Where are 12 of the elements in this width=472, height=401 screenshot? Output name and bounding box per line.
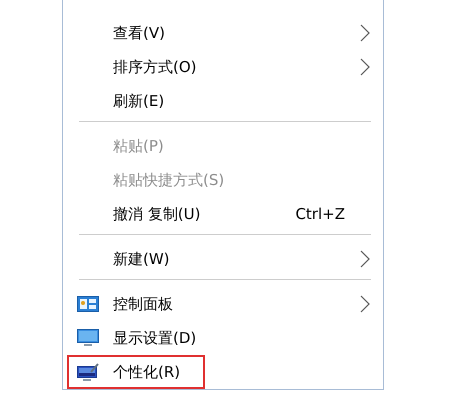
menu-item[interactable]: 排序方式(O): [63, 50, 383, 84]
menu-item[interactable]: 新建(W): [63, 242, 383, 276]
monitor-brush-icon: [77, 363, 99, 381]
menu-item[interactable]: 控制面板: [63, 287, 383, 321]
menu-item[interactable]: 撤消 复制(U) Ctrl+Z: [63, 197, 383, 231]
menu-item[interactable]: 查看(V): [63, 16, 383, 50]
shortcut-text: Ctrl+Z: [295, 205, 345, 223]
menu-item[interactable]: 显示设置(D): [63, 321, 383, 355]
menu-item[interactable]: 个性化(R): [63, 355, 383, 389]
monitor-icon: [77, 329, 99, 347]
menu-item[interactable]: 刷新(E): [63, 84, 383, 118]
control-panel-icon: [77, 296, 99, 312]
